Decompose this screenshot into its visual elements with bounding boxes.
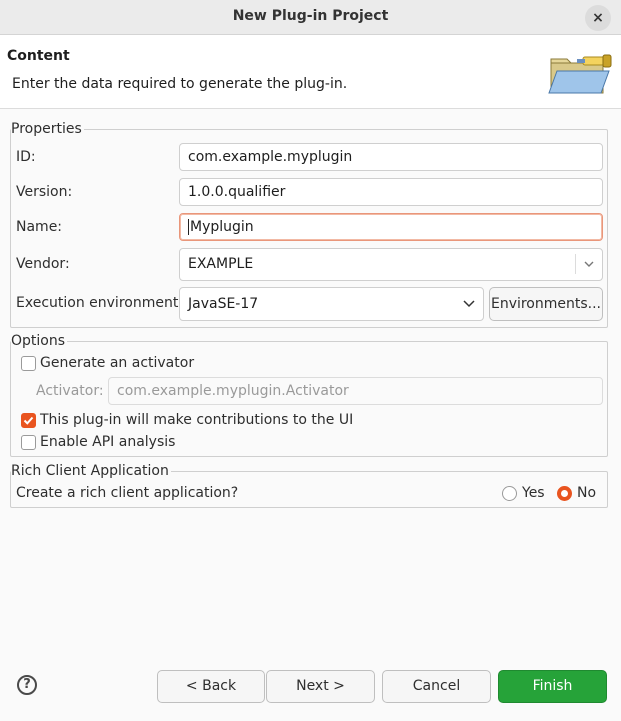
- chevron-down-icon: [463, 300, 475, 308]
- api-analysis-label[interactable]: Enable API analysis: [40, 434, 175, 450]
- execution-environment-value: JavaSE-17: [188, 296, 259, 312]
- page-description: Enter the data required to generate the …: [12, 76, 348, 92]
- activator-label: Activator:: [36, 383, 104, 399]
- execution-environment-label: Execution environment:: [16, 295, 184, 311]
- close-button[interactable]: ×: [585, 5, 611, 31]
- rca-yes-label[interactable]: Yes: [522, 485, 545, 501]
- page-title: Content: [7, 48, 70, 64]
- wizard-header: Content Enter the data required to gener…: [0, 35, 621, 109]
- execution-environment-select[interactable]: JavaSE-17: [179, 287, 484, 321]
- vendor-value: EXAMPLE: [188, 256, 254, 272]
- cancel-button[interactable]: Cancel: [382, 670, 491, 703]
- ui-contributions-checkbox[interactable]: [21, 413, 36, 428]
- finish-button[interactable]: Finish: [498, 670, 607, 703]
- environments-button[interactable]: Environments...: [489, 287, 603, 321]
- id-field[interactable]: com.example.myplugin: [179, 143, 603, 171]
- version-label: Version:: [16, 184, 73, 200]
- combo-separator: [575, 254, 576, 274]
- api-analysis-checkbox[interactable]: [21, 435, 36, 450]
- next-button[interactable]: Next >: [266, 670, 375, 703]
- window-title: New Plug-in Project: [232, 8, 389, 24]
- rca-no-radio[interactable]: [557, 486, 572, 501]
- text-caret: [188, 219, 189, 235]
- vendor-label: Vendor:: [16, 256, 70, 272]
- name-field-value: Myplugin: [190, 219, 254, 235]
- close-icon: ×: [592, 10, 604, 26]
- chevron-down-icon[interactable]: [583, 249, 595, 280]
- generate-activator-checkbox[interactable]: [21, 356, 36, 371]
- id-label: ID:: [16, 149, 36, 165]
- help-icon[interactable]: ?: [17, 675, 37, 695]
- name-field[interactable]: Myplugin: [179, 213, 603, 241]
- version-field[interactable]: 1.0.0.qualifier: [179, 178, 603, 206]
- back-button[interactable]: < Back: [157, 670, 265, 703]
- generate-activator-label[interactable]: Generate an activator: [40, 355, 194, 371]
- name-label: Name:: [16, 219, 63, 235]
- checkmark-icon: [23, 416, 34, 425]
- rca-yes-radio[interactable]: [502, 486, 517, 501]
- properties-legend: Properties: [11, 121, 84, 137]
- rca-legend: Rich Client Application: [11, 463, 171, 479]
- rca-no-label[interactable]: No: [577, 485, 596, 501]
- folder-banner-icon: [548, 54, 612, 94]
- activator-field: com.example.myplugin.Activator: [108, 377, 603, 405]
- rca-question: Create a rich client application?: [16, 485, 239, 501]
- title-bar: New Plug-in Project ×: [0, 0, 621, 35]
- ui-contributions-label[interactable]: This plug-in will make contributions to …: [40, 412, 353, 428]
- vendor-combo[interactable]: EXAMPLE: [179, 248, 603, 281]
- options-legend: Options: [11, 333, 68, 349]
